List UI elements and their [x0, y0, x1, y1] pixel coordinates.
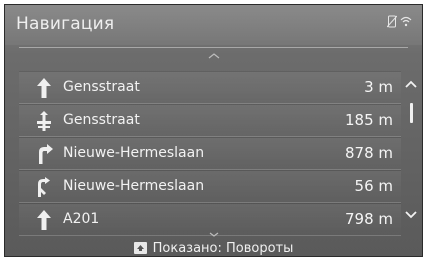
- street-name: Nieuwe-Hermeslaan: [63, 178, 205, 194]
- turn-right-icon: [33, 142, 55, 166]
- list-item[interactable]: Gensstraat 185 m: [19, 104, 401, 137]
- view-mode-button[interactable]: Показано: Повороты: [5, 238, 422, 256]
- header-bar: Навигация: [5, 5, 422, 45]
- turn-list: Gensstraat 3 m Gensstraat 185 m Nieuwe-H…: [19, 71, 401, 236]
- distance-value: 798 m: [344, 210, 393, 228]
- phone-off-icon: [387, 15, 397, 28]
- street-name: Gensstraat: [63, 79, 140, 95]
- list-item[interactable]: Nieuwe-Hermeslaan 878 m: [19, 137, 401, 170]
- scrollbar-thumb[interactable]: [410, 103, 413, 123]
- wifi-icon: [400, 16, 412, 27]
- distance-value: 3 m: [364, 78, 393, 96]
- screen-frame: Навигация Gensstraat 3 m Gensstraat 185 …: [4, 4, 423, 257]
- status-area: [387, 15, 412, 28]
- distance-value: 56 m: [354, 177, 393, 195]
- scroll-hint-up-icon: [5, 51, 422, 63]
- view-mode-label: Показано: Повороты: [152, 240, 294, 256]
- list-item[interactable]: Nieuwe-Hermeslaan 56 m: [19, 170, 401, 203]
- street-name: Nieuwe-Hermeslaan: [63, 145, 205, 161]
- distance-value: 878 m: [344, 144, 393, 162]
- arrow-straight-icon: [33, 208, 55, 232]
- up-key-icon: [133, 242, 147, 254]
- list-item[interactable]: Gensstraat 3 m: [19, 71, 401, 104]
- keep-right-icon: [33, 175, 55, 199]
- street-name: Gensstraat: [63, 112, 140, 128]
- crossroad-icon: [33, 109, 55, 133]
- scroll-down-button[interactable]: [403, 206, 419, 219]
- street-name: A201: [63, 211, 100, 227]
- header-divider: [19, 47, 408, 48]
- distance-value: 185 m: [344, 111, 393, 129]
- arrow-straight-icon: [33, 76, 55, 100]
- page-title: Навигация: [16, 14, 115, 34]
- scroll-up-button[interactable]: [403, 75, 419, 88]
